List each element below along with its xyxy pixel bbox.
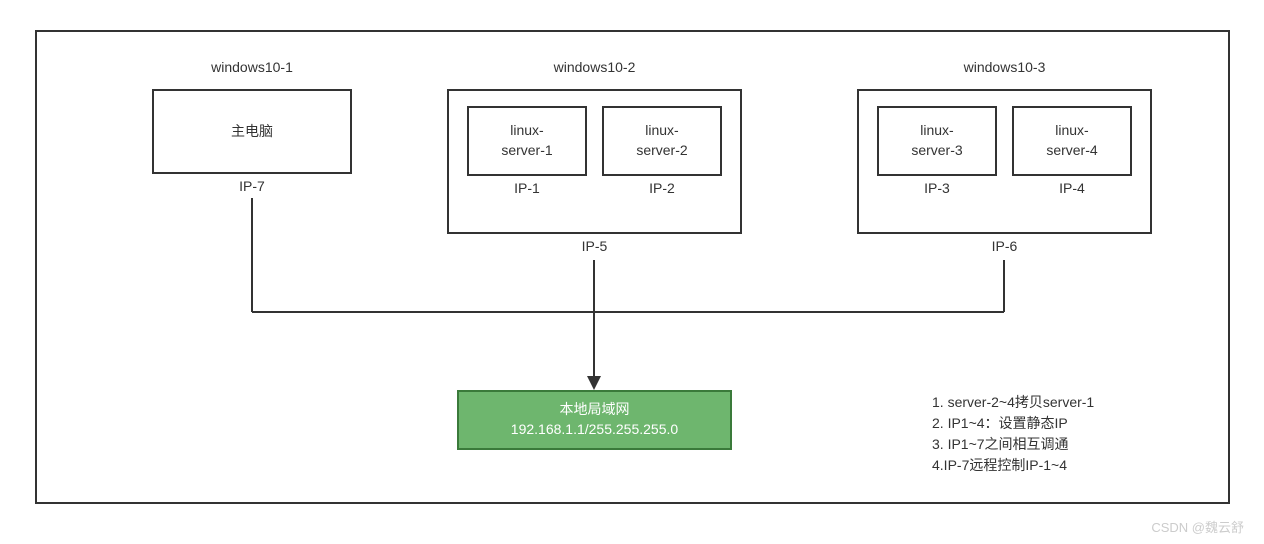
note-2: 2. IP1~4：设置静态IP — [932, 413, 1094, 434]
server4-box: linux- server-4 — [1012, 106, 1132, 176]
note-4: 4.IP-7远程控制IP-1~4 — [932, 455, 1094, 476]
server1-box: linux- server-1 — [467, 106, 587, 176]
server2-label: linux- server-2 — [636, 121, 687, 160]
server3-box: linux- server-3 — [877, 106, 997, 176]
server4-ip: IP-4 — [1012, 180, 1132, 196]
server3-ip: IP-3 — [877, 180, 997, 196]
server1-label: linux- server-1 — [501, 121, 552, 160]
host2-ip: IP-5 — [447, 238, 742, 254]
server1-ip: IP-1 — [467, 180, 587, 196]
server2-ip: IP-2 — [602, 180, 722, 196]
host1-box: 主电脑 — [152, 89, 352, 174]
server4-label: linux- server-4 — [1046, 121, 1097, 160]
host1-ip: IP-7 — [152, 178, 352, 194]
lan-addr: 192.168.1.1/255.255.255.0 — [511, 420, 678, 440]
note-1: 1. server-2~4拷贝server-1 — [932, 392, 1094, 413]
note-3: 3. IP1~7之间相互调通 — [932, 434, 1094, 455]
lan-box: 本地局域网 192.168.1.1/255.255.255.0 — [457, 390, 732, 450]
notes-block: 1. server-2~4拷贝server-1 2. IP1~4：设置静态IP … — [932, 392, 1094, 476]
server3-label: linux- server-3 — [911, 121, 962, 160]
host1-label: 主电脑 — [231, 122, 273, 142]
diagram-frame: windows10-1 主电脑 IP-7 windows10-2 IP-5 li… — [35, 30, 1230, 504]
server2-box: linux- server-2 — [602, 106, 722, 176]
watermark: CSDN @魏云舒 — [1151, 517, 1244, 536]
host3-ip: IP-6 — [857, 238, 1152, 254]
host3-title: windows10-3 — [857, 59, 1152, 75]
host1-title: windows10-1 — [152, 59, 352, 75]
lan-title: 本地局域网 — [560, 400, 630, 420]
host2-title: windows10-2 — [447, 59, 742, 75]
